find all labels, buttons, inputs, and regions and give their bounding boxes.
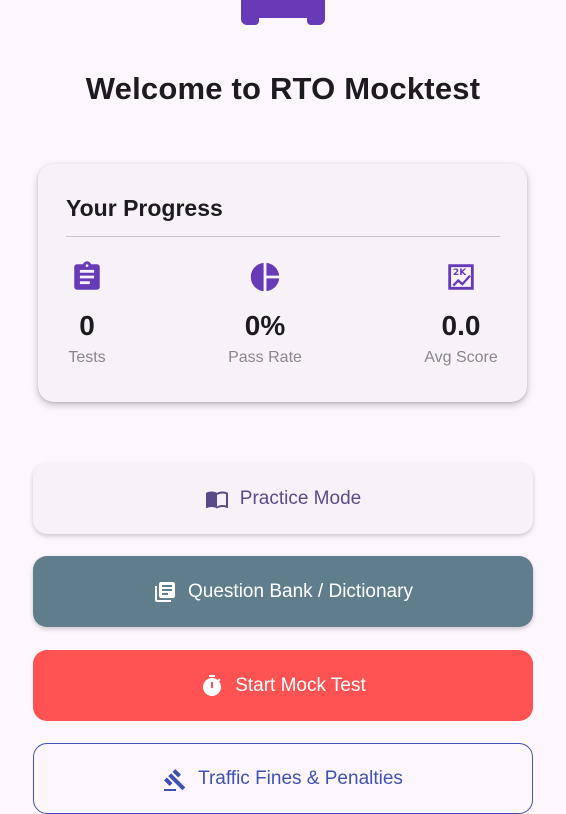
start-mock-test-button[interactable]: Start Mock Test	[33, 650, 533, 721]
pass-rate-label: Pass Rate	[228, 349, 302, 366]
gavel-icon	[164, 769, 186, 791]
pass-rate-value: 0%	[244, 310, 286, 341]
divider	[66, 236, 500, 237]
car-icon	[241, 0, 325, 25]
question-bank-button[interactable]: Question Bank / Dictionary	[33, 556, 533, 627]
stat-avg-score: 2K 0.0 Avg Score	[401, 260, 521, 368]
progress-card: Your Progress 0 Tests 0% Pass Rate 2K 0.…	[38, 164, 527, 402]
pie-chart-icon	[250, 262, 280, 292]
avg-score-label: Avg Score	[424, 349, 498, 366]
avg-score-value: 0.0	[441, 310, 481, 341]
practice-mode-button[interactable]: Practice Mode	[33, 463, 533, 534]
traffic-fines-button[interactable]: Traffic Fines & Penalties	[33, 743, 533, 814]
score-chart-icon: 2K	[448, 264, 474, 290]
tests-label: Tests	[68, 349, 106, 366]
practice-mode-label: Practice Mode	[239, 487, 362, 509]
stat-pass-rate: 0% Pass Rate	[205, 260, 325, 368]
timer-icon	[203, 674, 222, 696]
tests-value: 0	[79, 310, 95, 341]
question-bank-label: Question Bank / Dictionary	[188, 580, 413, 602]
book-icon	[205, 491, 228, 508]
traffic-fines-label: Traffic Fines & Penalties	[198, 768, 403, 789]
stat-tests: 0 Tests	[27, 260, 147, 368]
clipboard-icon	[74, 261, 100, 290]
start-mock-test-label: Start Mock Test	[235, 674, 366, 696]
library-books-icon	[155, 581, 176, 602]
svg-text:2K: 2K	[453, 268, 467, 278]
progress-title: Your Progress	[66, 195, 223, 221]
page-title: Welcome to RTO Mocktest	[85, 71, 481, 106]
